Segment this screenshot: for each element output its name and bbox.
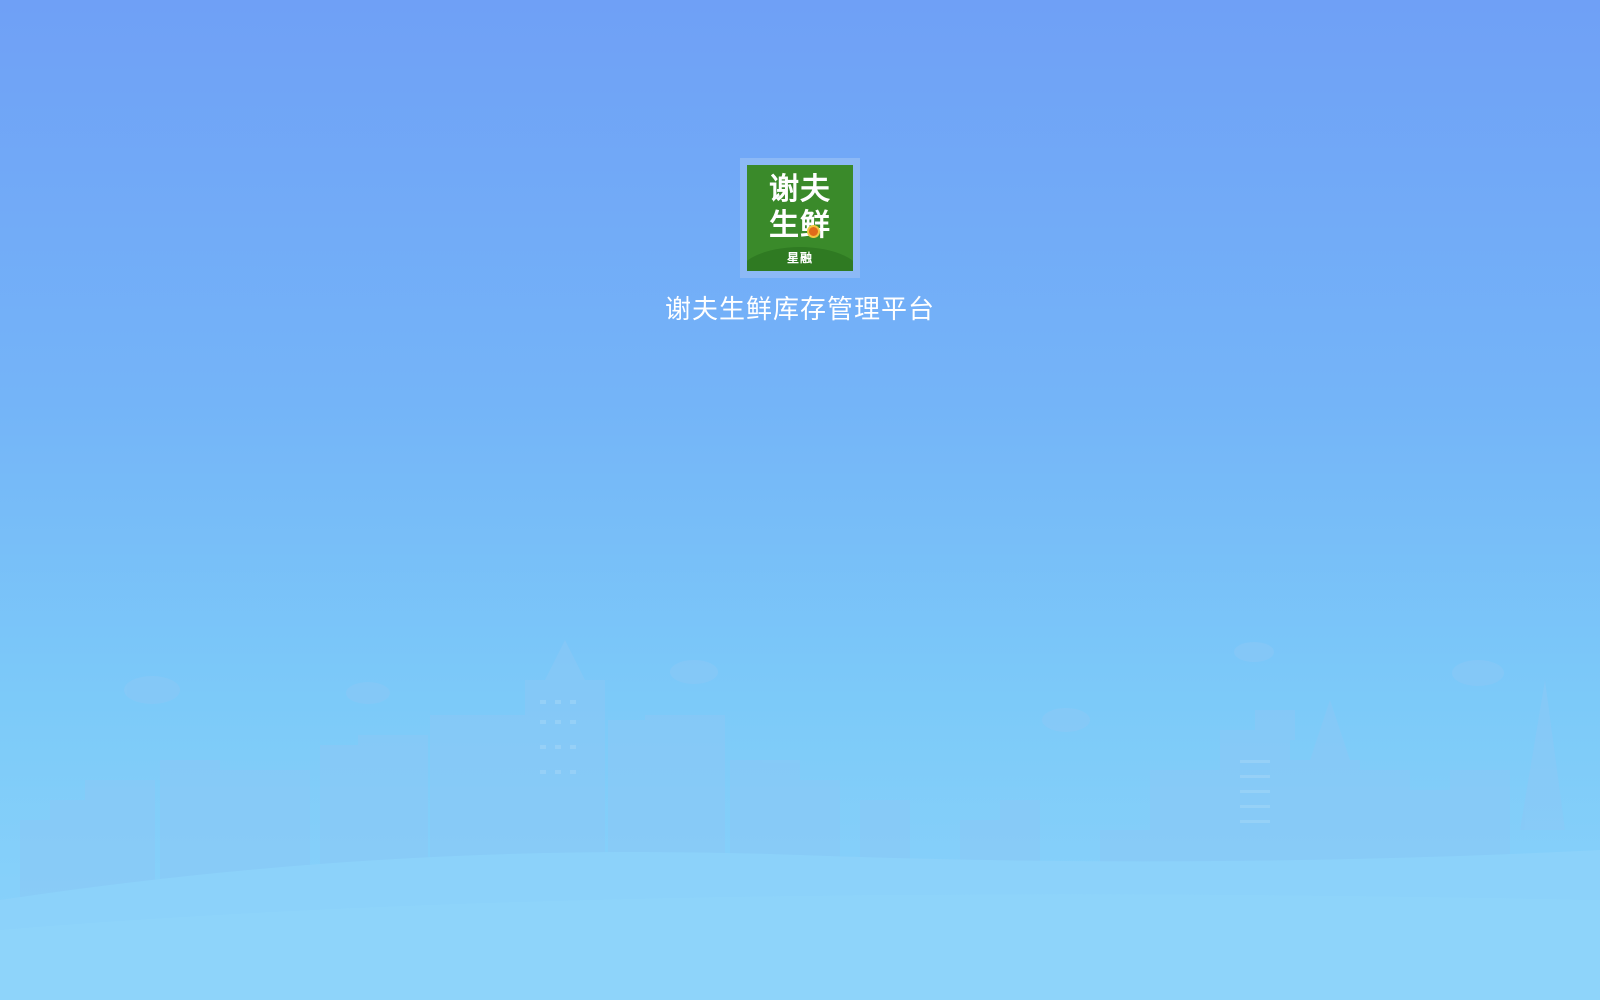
brand-logo: 谢夫 生鲜 星融 [740,158,860,278]
city-skyline-illustration [0,640,1600,1000]
logo-tagline: 星融 [786,251,813,265]
logo-dot-icon [807,225,820,238]
logo-text-line2: 生鲜 [769,208,831,243]
logo-text-line1: 谢夫 [769,172,831,207]
app-title: 谢夫生鲜库存管理平台 [664,295,935,325]
brand-logo-icon: 谢夫 生鲜 星融 [747,165,853,271]
